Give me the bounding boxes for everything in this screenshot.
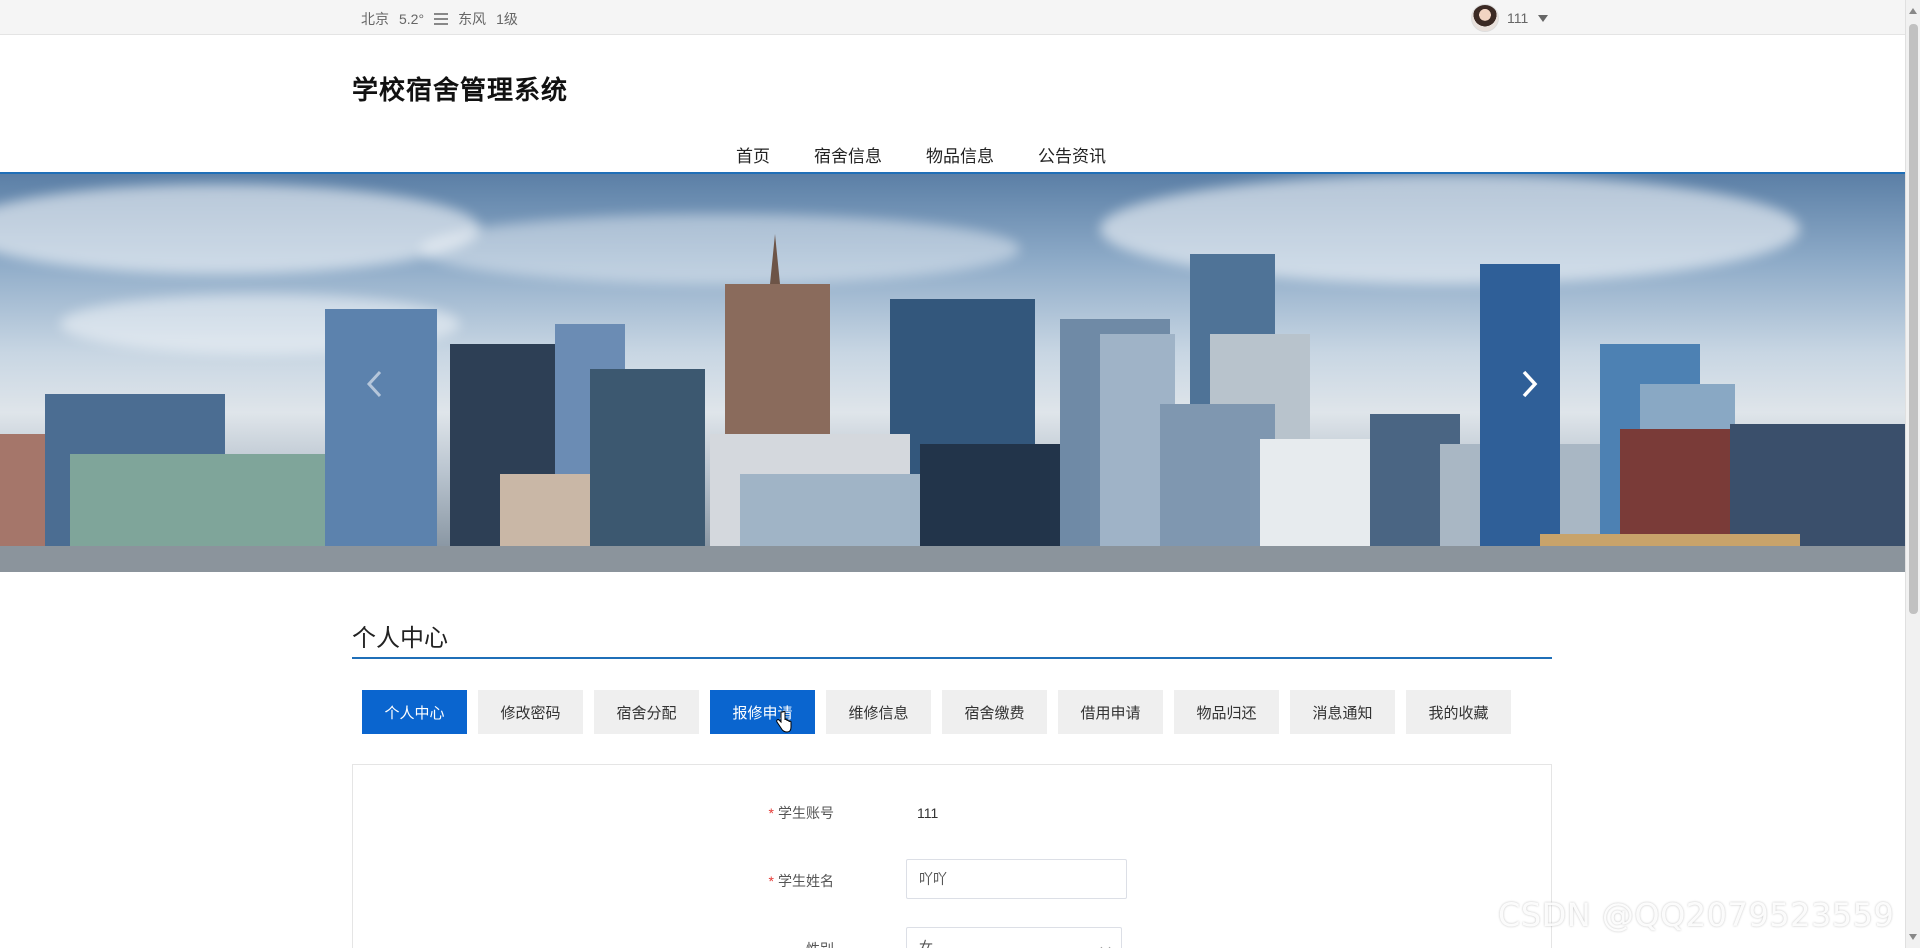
watermark: CSDN @QQ2079523559	[1498, 896, 1895, 934]
profile-tabs: 个人中心 修改密码 宿舍分配 报修申请 维修信息 宿舍缴费 借用申请 物品归还 …	[362, 690, 1511, 734]
scroll-up-arrow-icon[interactable]	[1909, 8, 1917, 14]
username[interactable]: 111	[1507, 10, 1528, 26]
carousel-prev-button[interactable]	[360, 364, 390, 404]
scroll-thumb[interactable]	[1909, 24, 1918, 614]
tab-notifications[interactable]: 消息通知	[1290, 690, 1395, 734]
top-bar: 北京 5.2° 东风 1级 111	[0, 0, 1905, 35]
weather-temperature: 5.2°	[399, 11, 425, 27]
weather-wind: 东风	[458, 11, 487, 27]
weather-wind-level: 1级	[496, 11, 518, 27]
site-title: 学校宿舍管理系统	[352, 75, 569, 105]
chevron-down-icon	[1100, 942, 1111, 948]
tab-dorm-payment[interactable]: 宿舍缴费	[942, 690, 1047, 734]
tab-repair-info[interactable]: 维修信息	[826, 690, 931, 734]
nav-item-home[interactable]: 首页	[736, 142, 770, 167]
tab-item-return[interactable]: 物品归还	[1174, 690, 1279, 734]
nav-item-announcements[interactable]: 公告资讯	[1038, 142, 1106, 167]
user-menu[interactable]: 111	[1471, 4, 1549, 32]
nav-item-goods-info[interactable]: 物品信息	[926, 142, 994, 167]
tab-borrow-request[interactable]: 借用申请	[1058, 690, 1163, 734]
carousel-next-button[interactable]	[1514, 364, 1544, 404]
section-divider	[352, 657, 1552, 659]
section-title: 个人中心	[352, 625, 448, 652]
gender-label: 性别	[653, 939, 844, 948]
tab-change-password[interactable]: 修改密码	[478, 690, 583, 734]
profile-form-panel: *学生账号 111 *学生姓名 吖吖 性别 女	[352, 764, 1552, 948]
account-label: * 学生账号	[768, 805, 834, 821]
nav-item-dorm-info[interactable]: 宿舍信息	[814, 142, 882, 167]
main-nav: 首页 宿舍信息 物品信息 公告资讯	[0, 136, 1905, 174]
page-scrollbar[interactable]	[1905, 0, 1920, 948]
tab-repair-request[interactable]: 报修申请	[710, 690, 815, 734]
city-skyline-image	[0, 234, 1905, 572]
page: 北京 5.2° 东风 1级 111 学校宿舍管理系统 首页 宿舍信息 物品信息 …	[0, 0, 1920, 948]
weather-widget: 北京 5.2° 东风 1级	[361, 9, 518, 29]
tab-profile[interactable]: 个人中心	[362, 690, 467, 734]
banner-carousel	[0, 174, 1905, 572]
chevron-down-icon[interactable]	[1538, 14, 1549, 22]
avatar[interactable]	[1471, 4, 1499, 32]
tab-favorites[interactable]: 我的收藏	[1406, 690, 1511, 734]
student-name-input[interactable]: 吖吖	[906, 859, 1127, 899]
weather-city: 北京	[361, 11, 389, 27]
gender-select[interactable]: 女	[906, 927, 1122, 948]
account-value: 111	[917, 805, 939, 821]
hand-cursor-icon	[776, 711, 792, 733]
scroll-down-arrow-icon[interactable]	[1909, 934, 1917, 940]
tab-dorm-assignment[interactable]: 宿舍分配	[594, 690, 699, 734]
haze-icon	[434, 13, 449, 25]
name-label: * 学生姓名	[768, 873, 834, 889]
